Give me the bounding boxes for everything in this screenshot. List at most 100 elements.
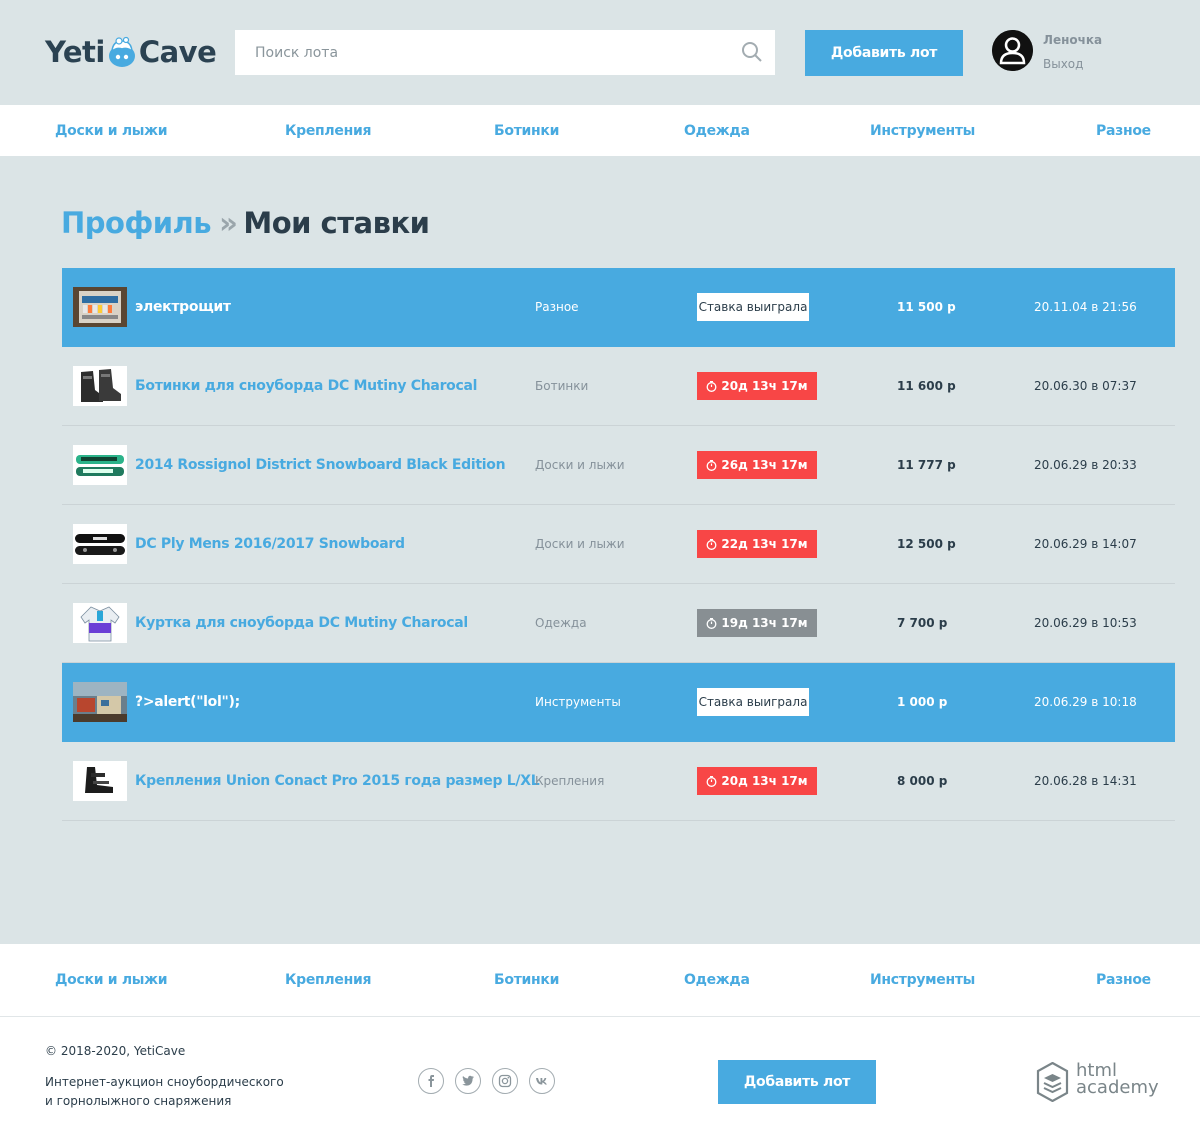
- vk-icon[interactable]: [529, 1068, 555, 1094]
- lot-category: Доски и лыжи: [535, 458, 625, 472]
- timer-text: 19д 13ч 17м: [721, 616, 808, 630]
- footer-nav-item-boots[interactable]: Ботинки: [494, 972, 559, 988]
- timer-text: 20д 13ч 17м: [721, 774, 808, 788]
- timer-text: 26д 13ч 17м: [721, 458, 808, 472]
- nav-item-bindings[interactable]: Крепления: [285, 123, 371, 139]
- add-lot-button[interactable]: Добавить лот: [805, 30, 963, 76]
- table-row: Куртка для сноуборда DC Mutiny Charocal …: [62, 584, 1175, 663]
- breadcrumb-current: Мои ставки: [243, 206, 430, 240]
- status-text: Ставка выиграла: [698, 300, 808, 314]
- bet-price: 11 777 р: [897, 458, 956, 472]
- timer-badge: 19д 13ч 17м: [697, 609, 817, 637]
- twitter-icon[interactable]: [455, 1068, 481, 1094]
- lot-category: Одежда: [535, 616, 587, 630]
- footer-nav-item-clothes[interactable]: Одежда: [684, 972, 750, 988]
- lot-title-link[interactable]: Ботинки для сноуборда DC Mutiny Charocal: [135, 347, 477, 425]
- clock-icon: [706, 459, 717, 471]
- bet-price: 11 500 р: [897, 300, 956, 314]
- lot-category: Доски и лыжи: [535, 537, 625, 551]
- clock-icon: [706, 775, 717, 787]
- category-nav: Доски и лыжи Крепления Ботинки Одежда Ин…: [0, 105, 1200, 156]
- bet-price: 1 000 р: [897, 695, 948, 709]
- lot-image-tools-photo[interactable]: [73, 682, 127, 722]
- lot-image-electrical-panel[interactable]: [73, 287, 127, 327]
- table-row: Ботинки для сноуборда DC Mutiny Charocal…: [62, 347, 1175, 426]
- bet-time: 20.06.29 в 10:18: [1034, 695, 1137, 709]
- nav-item-boards[interactable]: Доски и лыжи: [55, 123, 168, 139]
- footer-nav-item-tools[interactable]: Инструменты: [870, 972, 975, 988]
- breadcrumb-profile[interactable]: Профиль: [61, 206, 212, 240]
- logo[interactable]: Yeti Cave: [45, 30, 217, 74]
- timer-text: 20д 13ч 17м: [721, 379, 808, 393]
- instagram-icon[interactable]: [492, 1068, 518, 1094]
- table-row: DC Ply Mens 2016/2017 Snowboard Доски и …: [62, 505, 1175, 584]
- lot-category: Инструменты: [535, 695, 621, 709]
- bet-time: 20.11.04 в 21:56: [1034, 300, 1137, 314]
- bet-time: 20.06.29 в 14:07: [1034, 537, 1137, 551]
- table-row: 2014 Rossignol District Snowboard Black …: [62, 426, 1175, 505]
- search-form: [235, 30, 775, 75]
- lot-title-link[interactable]: электрощит: [135, 268, 231, 346]
- table-row: электрощит Разное Ставка выиграла 11 500…: [62, 268, 1175, 347]
- clock-icon: [706, 617, 717, 629]
- nav-item-other[interactable]: Разное: [1096, 123, 1151, 139]
- nav-item-boots[interactable]: Ботинки: [494, 123, 559, 139]
- bet-time: 20.06.30 в 07:37: [1034, 379, 1137, 393]
- timer-badge: 26д 13ч 17м: [697, 451, 817, 479]
- html-academy-logo[interactable]: html academy: [1036, 1061, 1159, 1104]
- footer-nav-item-boards[interactable]: Доски и лыжи: [55, 972, 168, 988]
- clock-icon: [706, 380, 717, 392]
- footer-nav-item-other[interactable]: Разное: [1096, 972, 1151, 988]
- user-icon: [992, 30, 1033, 71]
- user-name: Леночка: [1043, 33, 1103, 47]
- logo-text-right: Cave: [138, 35, 217, 69]
- status-badge: Ставка выиграла: [697, 293, 809, 321]
- timer-badge: 20д 13ч 17м: [697, 372, 817, 400]
- lot-image-black-snowboard[interactable]: [73, 524, 127, 564]
- lot-image-snowboard-boots[interactable]: [73, 366, 127, 406]
- lot-image-snowboard-bindings[interactable]: [73, 761, 127, 801]
- bet-price: 12 500 р: [897, 537, 956, 551]
- timer-badge: 22д 13ч 17м: [697, 530, 817, 558]
- academy-line-2: academy: [1076, 1077, 1159, 1098]
- logout-link[interactable]: Выход: [1043, 57, 1083, 71]
- search-input[interactable]: [235, 30, 715, 75]
- bet-time: 20.06.29 в 10:53: [1034, 616, 1137, 630]
- bet-price: 8 000 р: [897, 774, 948, 788]
- facebook-icon[interactable]: [418, 1068, 444, 1094]
- nav-item-clothes[interactable]: Одежда: [684, 123, 750, 139]
- nav-item-tools[interactable]: Инструменты: [870, 123, 975, 139]
- site-header: Yeti Cave Добавить лот: [0, 0, 1200, 105]
- avatar[interactable]: [992, 30, 1033, 71]
- footer-nav-item-bindings[interactable]: Крепления: [285, 972, 371, 988]
- timer-text: 22д 13ч 17м: [721, 537, 808, 551]
- lot-title-link[interactable]: DC Ply Mens 2016/2017 Snowboard: [135, 505, 405, 583]
- clock-icon: [706, 538, 717, 550]
- footer-add-lot-button[interactable]: Добавить лот: [718, 1060, 876, 1104]
- bet-time: 20.06.28 в 14:31: [1034, 774, 1137, 788]
- yeti-logo-icon: [107, 35, 137, 69]
- html-academy-text: html academy: [1076, 1062, 1159, 1098]
- timer-badge: 20д 13ч 17м: [697, 767, 817, 795]
- site-footer: © 2018-2020, YetiCave Интернет-аукцион с…: [0, 1017, 1200, 1146]
- search-icon[interactable]: [741, 41, 763, 63]
- bets-table: электрощит Разное Ставка выиграла 11 500…: [62, 268, 1175, 821]
- lot-title-link[interactable]: Крепления Union Conact Pro 2015 года раз…: [135, 742, 540, 820]
- lot-title-link[interactable]: 2014 Rossignol District Snowboard Black …: [135, 426, 506, 504]
- bet-price: 7 700 р: [897, 616, 948, 630]
- copyright: © 2018-2020, YetiCave: [45, 1044, 186, 1058]
- lot-image-rossignol-board[interactable]: [73, 445, 127, 485]
- bet-time: 20.06.29 в 20:33: [1034, 458, 1137, 472]
- logo-text-left: Yeti: [45, 35, 105, 69]
- html-academy-icon: [1036, 1061, 1069, 1103]
- table-row: ?>alert("lol"); Инструменты Ставка выигр…: [62, 663, 1175, 742]
- status-text: Ставка выиграла: [698, 695, 808, 709]
- lot-image-snowboard-jacket[interactable]: [73, 603, 127, 643]
- table-row: Крепления Union Conact Pro 2015 года раз…: [62, 742, 1175, 821]
- lot-title-link[interactable]: Куртка для сноуборда DC Mutiny Charocal: [135, 584, 468, 662]
- lot-title-link[interactable]: ?>alert("lol");: [135, 663, 240, 741]
- lot-category: Крепления: [535, 774, 605, 788]
- footer-category-nav: Доски и лыжи Крепления Ботинки Одежда Ин…: [0, 944, 1200, 1017]
- page-title: Профиль» Мои ставки: [61, 206, 430, 240]
- status-badge: Ставка выиграла: [697, 688, 809, 716]
